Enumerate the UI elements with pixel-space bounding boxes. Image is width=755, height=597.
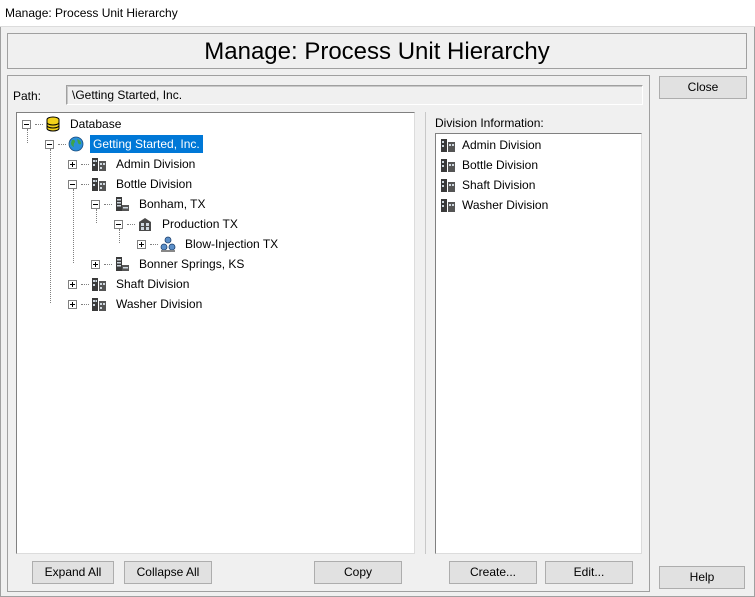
path-field: \Getting Started, Inc. xyxy=(66,85,643,105)
list-item-label: Admin Division xyxy=(462,138,542,152)
globe-icon xyxy=(68,136,84,152)
collapse-expander[interactable] xyxy=(22,119,31,129)
division-icon xyxy=(92,178,106,191)
site-icon xyxy=(116,257,129,271)
list-item[interactable]: Shaft Division xyxy=(440,175,535,195)
tree-dots xyxy=(81,283,89,285)
collapse-all-button[interactable]: Collapse All xyxy=(124,561,212,584)
expand-all-button[interactable]: Expand All xyxy=(32,561,114,584)
division-icon xyxy=(441,199,455,212)
path-label: Path: xyxy=(13,89,42,103)
list-item[interactable]: Admin Division xyxy=(440,135,541,155)
tree-dots xyxy=(104,203,112,205)
tree-dots xyxy=(81,303,89,305)
tree-dots xyxy=(104,263,112,265)
list-item-label: Washer Division xyxy=(462,198,549,212)
tree-dots xyxy=(58,143,66,145)
tree-node-shaft-division[interactable]: Shaft Division xyxy=(68,274,192,294)
list-item-label: Shaft Division xyxy=(462,178,536,192)
tree-node-label: Bonham, TX xyxy=(139,197,206,211)
tree-dots xyxy=(35,123,43,125)
tree-node-label: Bottle Division xyxy=(116,177,193,191)
division-icon xyxy=(92,298,106,311)
tree-node-blow-injection-tx[interactable]: Blow-Injection TX xyxy=(137,234,281,254)
window-title: Manage: Process Unit Hierarchy xyxy=(0,0,755,27)
tree-node-label: Database xyxy=(70,117,122,131)
divider xyxy=(425,112,426,554)
tree-connector xyxy=(50,149,51,303)
tree-node-label: Shaft Division xyxy=(116,277,190,291)
edit-button[interactable]: Edit... xyxy=(545,561,633,584)
tree-node-label: Getting Started, Inc. xyxy=(90,135,203,153)
division-icon xyxy=(441,139,455,152)
tree-node-database[interactable]: Database xyxy=(22,114,124,134)
tree-dots xyxy=(150,243,158,245)
tree-node-admin-division[interactable]: Admin Division xyxy=(68,154,198,174)
tree-node-label: Production TX xyxy=(162,217,238,231)
division-list[interactable]: Admin Division Bottle Division Shaft Div… xyxy=(435,133,642,554)
close-button[interactable]: Close xyxy=(659,76,747,99)
tree-node-production-tx[interactable]: Production TX xyxy=(114,214,241,234)
division-icon xyxy=(441,179,455,192)
tree-node-bonham-tx[interactable]: Bonham, TX xyxy=(91,194,208,214)
hierarchy-tree[interactable]: Database Getting Started, Inc. Admin Div… xyxy=(16,112,415,554)
tree-node-bottle-division[interactable]: Bottle Division xyxy=(68,174,195,194)
area-icon xyxy=(139,218,151,231)
tree-node-bonner-springs-ks[interactable]: Bonner Springs, KS xyxy=(91,254,247,274)
copy-button[interactable]: Copy xyxy=(314,561,402,584)
tree-node-label: Blow-Injection TX xyxy=(185,237,279,251)
database-icon xyxy=(46,116,60,132)
division-icon xyxy=(92,278,106,291)
tree-node-label: Admin Division xyxy=(116,157,196,171)
list-item[interactable]: Washer Division xyxy=(440,195,548,215)
tree-node-enterprise[interactable]: Getting Started, Inc. xyxy=(45,134,203,154)
collapse-expander[interactable] xyxy=(45,139,54,149)
division-icon xyxy=(92,158,106,171)
collapse-expander[interactable] xyxy=(68,179,77,189)
page-title: Manage: Process Unit Hierarchy xyxy=(7,33,747,69)
tree-node-label: Bonner Springs, KS xyxy=(139,257,245,271)
expand-expander[interactable] xyxy=(68,159,77,169)
list-item[interactable]: Bottle Division xyxy=(440,155,538,175)
help-button[interactable]: Help xyxy=(659,566,745,589)
division-info-label: Division Information: xyxy=(435,116,544,130)
process-unit-icon xyxy=(160,236,176,252)
expand-expander[interactable] xyxy=(68,299,77,309)
collapse-expander[interactable] xyxy=(114,219,123,229)
division-icon xyxy=(441,159,455,172)
site-icon xyxy=(116,197,129,211)
collapse-expander[interactable] xyxy=(91,199,100,209)
tree-dots xyxy=(81,163,89,165)
expand-expander[interactable] xyxy=(91,259,100,269)
expand-expander[interactable] xyxy=(68,279,77,289)
tree-node-label: Washer Division xyxy=(116,297,203,311)
tree-dots xyxy=(81,183,89,185)
tree-dots xyxy=(127,223,135,225)
create-button[interactable]: Create... xyxy=(449,561,537,584)
tree-connector xyxy=(73,189,74,263)
list-item-label: Bottle Division xyxy=(462,158,539,172)
tree-node-washer-division[interactable]: Washer Division xyxy=(68,294,205,314)
expand-expander[interactable] xyxy=(137,239,146,249)
